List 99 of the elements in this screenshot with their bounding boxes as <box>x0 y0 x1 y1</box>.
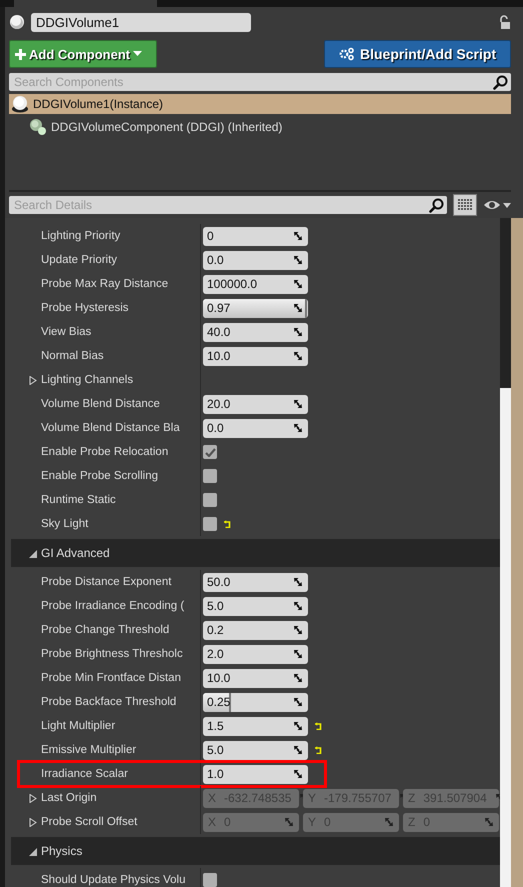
component-item[interactable]: DDGIVolumeComponent (DDGI) (Inherited) <box>9 114 511 140</box>
plus-icon <box>15 48 26 60</box>
checkbox[interactable] <box>203 469 217 483</box>
eye-icon <box>483 199 501 211</box>
spin-icon <box>384 817 394 827</box>
property-label: Probe Min Frontface Distan <box>41 672 181 684</box>
property-label: Probe Hysteresis <box>41 302 129 314</box>
spin-icon <box>293 279 303 289</box>
property-label: Physics <box>41 844 82 858</box>
expand-arrow-icon[interactable] <box>29 376 37 384</box>
gears-icon <box>339 47 355 61</box>
spin-icon <box>293 769 303 779</box>
property-label: Normal Bias <box>41 350 104 362</box>
component-search-field[interactable]: Search Components <box>9 73 511 91</box>
category-header[interactable]: Physics <box>11 837 500 865</box>
list-view-button[interactable] <box>453 194 477 216</box>
lock-icon[interactable] <box>498 14 511 30</box>
number-field[interactable]: 0.0 <box>203 250 308 270</box>
spin-icon <box>293 577 303 587</box>
view-options-button[interactable] <box>483 199 511 211</box>
checkbox[interactable] <box>203 873 217 887</box>
sphere-icon <box>11 95 29 113</box>
property-label: Sky Light <box>41 518 88 530</box>
blueprint-button[interactable]: Blueprint/Add Script <box>324 40 511 68</box>
spin-icon <box>284 817 294 827</box>
search-icon <box>429 198 444 213</box>
property-label: Emissive Multiplier <box>41 744 136 756</box>
property-label: View Bias <box>41 326 92 338</box>
property-label: Volume Blend Distance <box>41 398 160 410</box>
spin-icon <box>293 303 303 313</box>
property-label: Probe Scroll Offset <box>41 816 138 828</box>
property-label: Update Priority <box>41 254 118 266</box>
checkbox[interactable] <box>203 445 217 459</box>
checkbox[interactable] <box>203 493 217 507</box>
component-item[interactable]: DDGIVolume1(Instance) <box>9 94 511 114</box>
property-label: Enable Probe Relocation <box>41 446 168 458</box>
spin-icon <box>293 649 303 659</box>
number-field[interactable]: 5.0 <box>203 596 308 616</box>
checkbox[interactable] <box>203 517 217 531</box>
number-field[interactable]: 5.0 <box>203 740 308 760</box>
spin-icon <box>484 817 494 827</box>
number-field[interactable]: 10.0 <box>203 668 308 688</box>
spin-icon <box>293 625 303 635</box>
property-label: Probe Max Ray Distance <box>41 278 168 290</box>
property-label: Volume Blend Distance Bla <box>41 422 180 434</box>
collapse-arrow-icon[interactable] <box>29 846 37 856</box>
spin-icon <box>293 697 303 707</box>
spin-icon <box>293 351 303 361</box>
property-label: Probe Irradiance Encoding ( <box>41 600 184 612</box>
spin-icon <box>293 673 303 683</box>
number-field[interactable]: 0.2 <box>203 620 308 640</box>
caret-icon <box>503 202 511 208</box>
scrollbar-thumb[interactable] <box>500 388 511 887</box>
property-label: Runtime Static <box>41 494 116 506</box>
collapse-arrow-icon[interactable] <box>29 548 37 558</box>
reset-arrow-icon[interactable] <box>314 746 322 754</box>
spin-icon <box>293 745 303 755</box>
number-field[interactable]: 0.25 <box>203 692 308 712</box>
spheres-icon <box>29 118 47 136</box>
number-field[interactable]: 0.97 <box>203 298 308 318</box>
number-field[interactable]: 50.0 <box>203 572 308 592</box>
check-icon <box>204 448 216 456</box>
number-field[interactable]: 40.0 <box>203 322 308 342</box>
sphere-icon <box>9 14 25 30</box>
number-field[interactable]: 20.0 <box>203 394 308 414</box>
property-label: Probe Change Threshold <box>41 624 170 636</box>
reset-arrow-icon[interactable] <box>223 520 231 528</box>
details-search-field[interactable]: Search Details <box>9 196 447 214</box>
spin-icon <box>293 601 303 611</box>
property-label: Irradiance Scalar <box>41 768 128 780</box>
actor-name-field[interactable]: DDGIVolume1 <box>31 12 251 32</box>
number-field[interactable]: 0 <box>203 226 308 246</box>
property-label: Probe Brightness Thresholc <box>41 648 183 660</box>
spin-icon <box>293 255 303 265</box>
property-label: GI Advanced <box>41 546 110 560</box>
property-label: Lighting Priority <box>41 230 120 242</box>
list-icon <box>458 199 472 211</box>
property-label: Probe Backface Threshold <box>41 696 176 708</box>
number-field[interactable]: 100000.0 <box>203 274 308 294</box>
number-field[interactable]: 10.0 <box>203 346 308 366</box>
caret-icon <box>133 51 142 57</box>
category-header[interactable]: GI Advanced <box>11 539 500 567</box>
property-label: Light Multiplier <box>41 720 116 732</box>
property-label: Lighting Channels <box>41 374 134 386</box>
spin-icon <box>293 721 303 731</box>
property-label: Probe Distance Exponent <box>41 576 172 588</box>
spin-icon <box>293 231 303 241</box>
spin-icon <box>293 423 303 433</box>
number-field[interactable]: 1.5 <box>203 716 308 736</box>
search-icon <box>493 75 508 90</box>
property-label: Should Update Physics Volu <box>41 874 186 886</box>
number-field[interactable]: 2.0 <box>203 644 308 664</box>
number-field[interactable]: 0.0 <box>203 418 308 438</box>
reset-arrow-icon[interactable] <box>314 722 322 730</box>
property-label: Enable Probe Scrolling <box>41 470 158 482</box>
number-field[interactable]: 1.0 <box>203 764 308 784</box>
spin-icon <box>293 327 303 337</box>
property-label: Last Origin <box>41 792 97 804</box>
spin-icon <box>293 399 303 409</box>
